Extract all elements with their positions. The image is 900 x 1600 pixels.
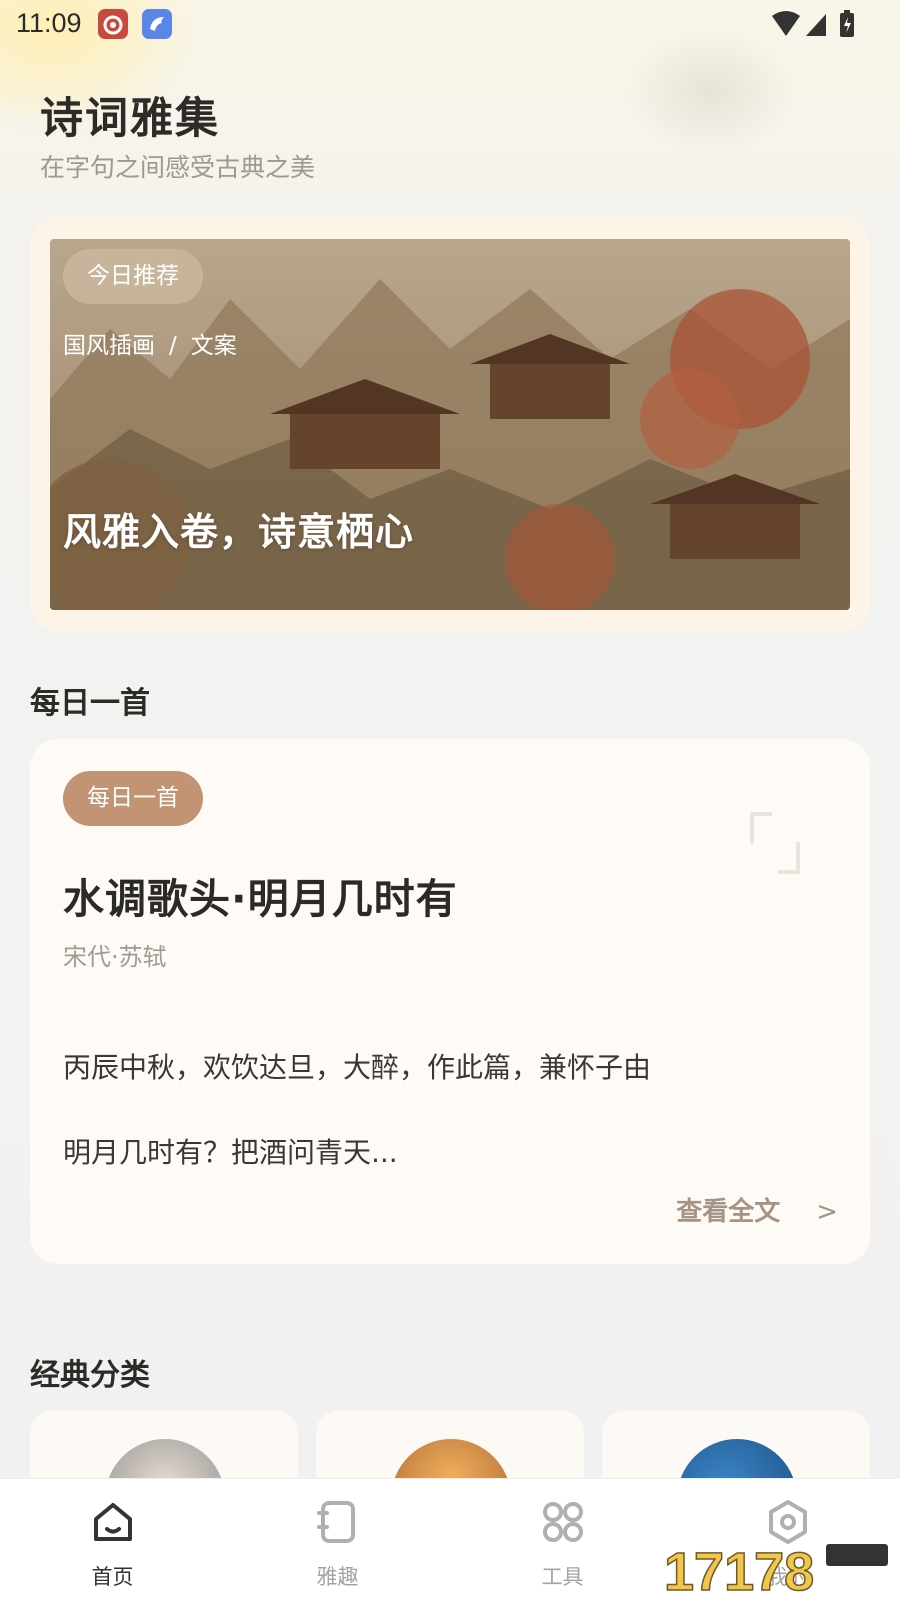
nav-label-home: 首页 (91, 1565, 134, 1589)
view-full-text-link[interactable]: 查看全文 > (676, 1191, 838, 1228)
svg-text:17178: 17178 (664, 1542, 814, 1598)
status-indicators (770, 10, 860, 44)
weibo-notification-icon (98, 9, 128, 39)
quote-bracket-icon (750, 812, 800, 874)
status-time: 11:09 (16, 8, 82, 38)
notebook-icon (317, 1501, 355, 1543)
home-icon (94, 1503, 132, 1541)
category-section-title: 经典分类 (30, 1358, 150, 1393)
banner-crumb-separator: / (169, 333, 177, 359)
nav-item-elegance[interactable]: 雅趣 (225, 1479, 450, 1600)
app-page: 11:09 诗词雅集 在字句之间感受古典之美 今日推荐 国风插画 / 文案 风雅… (0, 0, 900, 1600)
app-title: 诗词雅集 (40, 94, 220, 144)
poem-preface-line: 丙辰中秋，欢饮达旦，大醉，作此篇，兼怀子由 (63, 1051, 652, 1084)
nav-item-tools[interactable]: 工具 (450, 1479, 675, 1600)
daily-poem-tag: 每日一首 (63, 771, 203, 826)
wifi-signal-battery-icon (772, 10, 854, 37)
daily-section-title: 每日一首 (30, 686, 150, 721)
view-full-text-label: 查看全文 (676, 1197, 781, 1227)
featured-banner-card[interactable]: 今日推荐 国风插画 / 文案 风雅入卷，诗意栖心 (30, 218, 870, 631)
hexagon-settings-icon (769, 1500, 807, 1544)
banner-crumb-illustration: 国风插画 (63, 333, 155, 359)
nav-label-elegance: 雅趣 (316, 1565, 359, 1589)
poem-title: 水调歌头·明月几时有 (63, 875, 458, 923)
bird-app-notification-icon (142, 9, 172, 39)
banner-slogan: 风雅入卷，诗意栖心 (63, 510, 415, 554)
poem-first-line: 明月几时有？把酒问青天... (63, 1136, 398, 1169)
banner-crumb-copywriting: 文案 (190, 333, 237, 359)
status-bar: 11:09 (0, 0, 900, 48)
site-watermark-logo: 17178 (664, 1541, 888, 1598)
nav-label-tools: 工具 (541, 1565, 584, 1589)
poem-dynasty-author: 宋代·苏轼 (63, 943, 167, 971)
grid-icon (543, 1502, 583, 1542)
app-subtitle: 在字句之间感受古典之美 (40, 153, 316, 182)
banner-recommend-tag: 今日推荐 (63, 249, 203, 304)
nav-item-home[interactable]: 首页 (0, 1479, 225, 1600)
daily-poem-card[interactable]: 每日一首 水调歌头·明月几时有 宋代·苏轼 丙辰中秋，欢饮达旦，大醉，作此篇，兼… (30, 739, 870, 1264)
chevron-right-icon: > (816, 1197, 838, 1227)
banner-category-breadcrumb: 国风插画 / 文案 (63, 326, 237, 360)
